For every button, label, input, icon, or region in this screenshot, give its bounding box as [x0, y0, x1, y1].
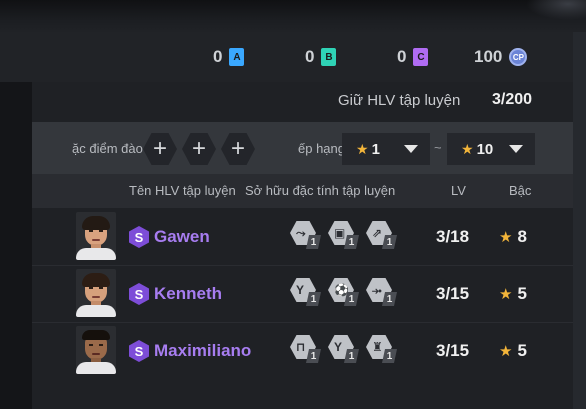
- hold-label: Giữ HLV tập luyện: [338, 92, 461, 109]
- grade-badge: S: [129, 226, 149, 248]
- add-trait-filter-button-2[interactable]: +: [182, 133, 216, 165]
- celebration-drill-icon[interactable]: Y1: [290, 278, 324, 308]
- grade-badge: S: [129, 340, 149, 362]
- avatar-shirt: [76, 248, 116, 260]
- right-scroll-strip: [573, 32, 586, 409]
- avatar: [76, 269, 116, 317]
- avatar-hair: [82, 216, 110, 230]
- currency-b: 0 B: [305, 46, 337, 68]
- trait-filter-label: ặc điểm đào: [72, 141, 143, 156]
- rank-min-select[interactable]: ★ 1: [342, 133, 430, 165]
- coach-rank: ★ 8: [499, 227, 527, 247]
- currency-b-icon: B: [321, 48, 337, 66]
- dribble-drill-icon[interactable]: ⚽ 1: [328, 278, 362, 308]
- range-separator: ~: [434, 140, 442, 155]
- header-lv[interactable]: LV: [451, 183, 466, 198]
- hold-summary: Giữ HLV tập luyện 3/200: [32, 88, 573, 116]
- avatar-hair: [82, 330, 110, 340]
- plus-icon: +: [152, 135, 167, 162]
- chevron-down-icon: [509, 145, 523, 153]
- coach-rank-value: 5: [517, 284, 527, 303]
- coach-level: 3/15: [436, 341, 470, 360]
- coach-rank: ★ 5: [499, 284, 527, 304]
- pass-drill-icon[interactable]: ⤳ 1: [290, 221, 324, 251]
- currency-a-icon: A: [229, 48, 245, 66]
- tackle-drill-icon[interactable]: ⤞ 1: [366, 278, 400, 308]
- celebration-drill-icon[interactable]: Y1: [328, 335, 362, 365]
- coach-rank-value: 5: [517, 341, 527, 360]
- strength-drill-icon[interactable]: ♜ 1: [366, 335, 400, 365]
- top-glow: [526, 0, 586, 20]
- rank-max-value: 10: [476, 140, 494, 158]
- top-blur-background: [0, 0, 586, 32]
- avatar-hair: [82, 273, 110, 287]
- cp-coin-icon: CP: [509, 48, 528, 66]
- header-traits[interactable]: Sở hữu đặc tính tập luyện: [245, 183, 395, 198]
- table-row[interactable]: S Gawen ⤳ 1 ▣ 1 ⇗ 1 3/18 ★ 8: [32, 208, 573, 265]
- star-icon: ★: [499, 286, 513, 303]
- avatar-eye: [99, 230, 103, 232]
- plus-icon: +: [191, 135, 206, 162]
- chevron-down-icon: [404, 145, 418, 153]
- header-rank[interactable]: Bậc: [509, 183, 531, 198]
- currency-b-amount: 0: [305, 47, 315, 66]
- table-row[interactable]: S Maximiliano ⊓ 1 Y1 ♜ 1 3/15 ★ 5: [32, 322, 573, 379]
- coach-rank-value: 8: [517, 227, 527, 246]
- avatar-eye: [89, 344, 93, 346]
- currency-cp: 100 CP: [474, 46, 528, 68]
- currency-c-icon: C: [413, 48, 429, 66]
- plus-icon: +: [230, 135, 245, 162]
- grade-badge: S: [129, 283, 149, 305]
- coach-name: Maximiliano: [154, 341, 252, 360]
- table-header: Tên HLV tập luyện Sở hữu đặc tính tập lu…: [32, 174, 573, 208]
- avatar-shirt: [76, 305, 116, 317]
- currency-c: 0 C: [397, 46, 429, 68]
- table-row[interactable]: S Kenneth Y1 ⚽ 1 ⤞ 1 3/15 ★ 5: [32, 265, 573, 322]
- left-rail: [0, 82, 32, 409]
- coach-level: 3/18: [436, 227, 470, 246]
- rank-max-select[interactable]: ★ 10: [447, 133, 535, 165]
- coach-name: Kenneth: [154, 284, 222, 303]
- avatar-mouth: [92, 353, 100, 355]
- sprint-drill-icon[interactable]: ⇗ 1: [366, 221, 400, 251]
- star-icon: ★: [461, 140, 474, 157]
- header-name[interactable]: Tên HLV tập luyện: [129, 183, 236, 198]
- currency-cp-amount: 100: [474, 47, 503, 66]
- avatar-mouth: [92, 296, 100, 298]
- coach-name: Gawen: [154, 227, 210, 246]
- avatar-eye: [99, 344, 103, 346]
- goal-drill-icon[interactable]: ⊓ 1: [290, 335, 324, 365]
- star-icon: ★: [356, 140, 369, 157]
- avatar-eye: [89, 287, 93, 289]
- avatar: [76, 326, 116, 374]
- avatar-mouth: [92, 239, 100, 241]
- rank-min-value: 1: [371, 140, 380, 158]
- currency-a-amount: 0: [213, 47, 223, 66]
- currency-a: 0 A: [213, 46, 245, 68]
- avatar-eye: [99, 287, 103, 289]
- goalkeeper-drill-icon[interactable]: ▣ 1: [328, 221, 362, 251]
- filter-bar: ặc điểm đào + + + ếp hạng ★ 1 ~ ★ 10: [32, 122, 573, 174]
- avatar-eye: [89, 230, 93, 232]
- coach-level: 3/15: [436, 284, 470, 303]
- coach-rank: ★ 5: [499, 341, 527, 361]
- star-icon: ★: [499, 229, 513, 246]
- avatar: [76, 212, 116, 260]
- hold-count: 3/200: [492, 91, 533, 108]
- star-icon: ★: [499, 343, 513, 360]
- currency-c-amount: 0: [397, 47, 407, 66]
- avatar-shirt: [76, 362, 116, 374]
- rank-filter-label: ếp hạng: [298, 141, 345, 156]
- add-trait-filter-button-1[interactable]: +: [143, 133, 177, 165]
- add-trait-filter-button-3[interactable]: +: [221, 133, 255, 165]
